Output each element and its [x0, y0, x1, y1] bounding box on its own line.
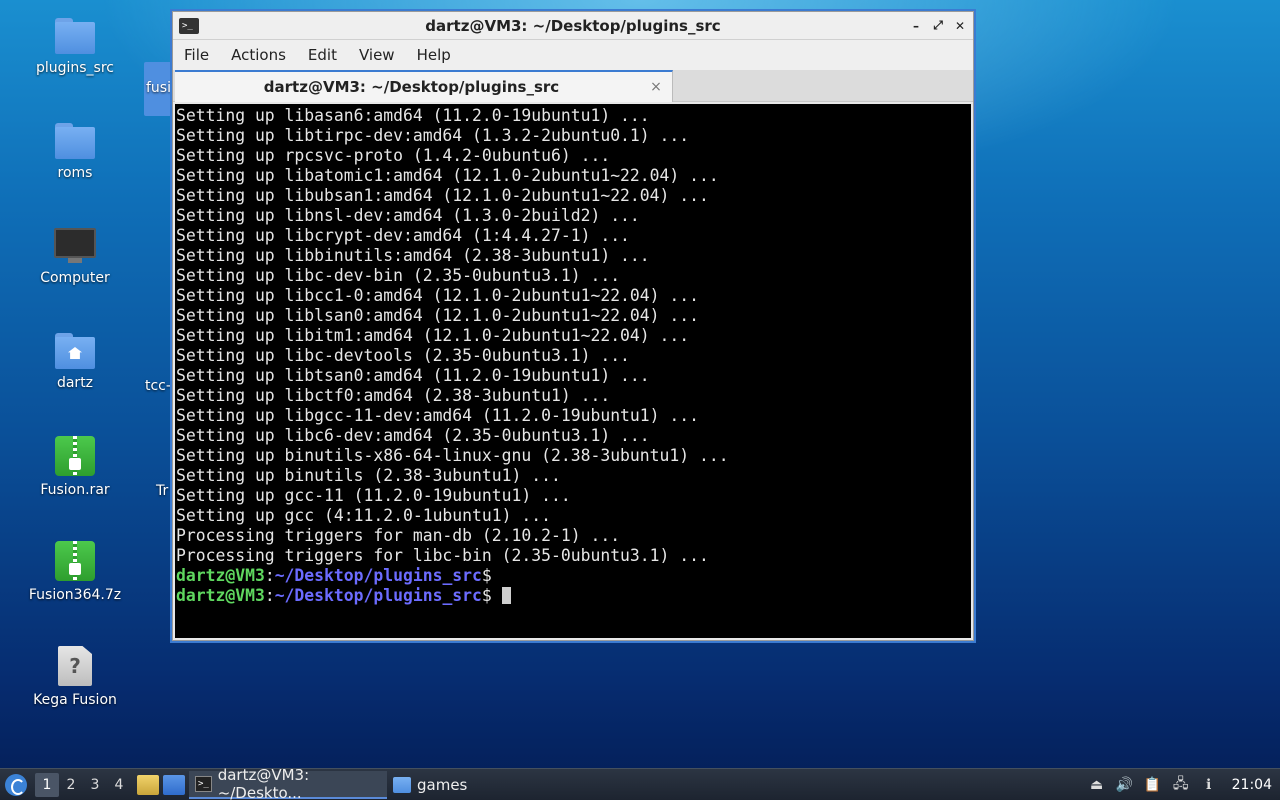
terminal-prompt-line: dartz@VM3:~/Desktop/plugins_src$ [176, 566, 971, 586]
terminal-line: Setting up libbinutils:amd64 (2.38-3ubun… [176, 246, 650, 265]
workspace-2[interactable]: 2 [59, 773, 83, 797]
taskbar-item-label: games [417, 775, 468, 794]
maximize-button[interactable]: ⤢ [931, 18, 945, 33]
desktop-icon-label: Fusion.rar [40, 482, 110, 498]
minimize-button[interactable]: – [909, 19, 923, 33]
terminal-line: Setting up libc-dev-bin (2.35-0ubuntu3.1… [176, 266, 621, 285]
prompt-user: dartz@VM3 [176, 566, 265, 585]
clock[interactable]: 21:04 [1232, 777, 1272, 793]
terminal-line: Setting up libasan6:amd64 (11.2.0-19ubun… [176, 106, 650, 125]
terminal-line: Setting up libatomic1:amd64 (12.1.0-2ubu… [176, 166, 719, 185]
terminal-line: Setting up libc-devtools (2.35-0ubuntu3.… [176, 346, 630, 365]
taskbar-item-terminal[interactable]: >_ dartz@VM3: ~/Deskto... [189, 766, 387, 800]
desktop-icon-dartz[interactable]: dartz [25, 333, 125, 391]
desktop-icon-computer[interactable]: Computer [25, 228, 125, 286]
menu-help[interactable]: Help [406, 46, 462, 64]
desktop-icon-label: dartz [56, 375, 94, 391]
terminal-window: >_ dartz@VM3: ~/Desktop/plugins_src – ⤢ … [172, 11, 974, 641]
desktop-icon-fusion-rar[interactable]: Fusion.rar [25, 436, 125, 498]
terminal-tab[interactable]: dartz@VM3: ~/Desktop/plugins_src × [175, 70, 673, 102]
terminal-prompt-line: dartz@VM3:~/Desktop/plugins_src$ [176, 586, 971, 606]
workspace-4[interactable]: 4 [107, 773, 131, 797]
prompt-path: ~/Desktop/plugins_src [274, 566, 482, 585]
terminal-line: Setting up libctf0:amd64 (2.38-3ubuntu1)… [176, 386, 611, 405]
desktop-icon-plugins-src[interactable]: plugins_src [25, 18, 125, 76]
tab-bar: dartz@VM3: ~/Desktop/plugins_src × [173, 70, 973, 102]
desktop-icon-label: Computer [40, 270, 110, 286]
terminal-line: Setting up gcc-11 (11.2.0-19ubuntu1) ... [176, 486, 571, 505]
terminal-line: Setting up rpcsvc-proto (1.4.2-0ubuntu6)… [176, 146, 611, 165]
unknown-file-icon: ? [58, 646, 92, 686]
show-desktop-icon[interactable] [163, 774, 185, 795]
terminal-icon: >_ [179, 17, 199, 34]
archive-icon [55, 541, 95, 581]
start-menu-icon[interactable] [5, 773, 27, 796]
terminal-icon: >_ [195, 775, 212, 792]
terminal-line: Setting up libubsan1:amd64 (12.1.0-2ubun… [176, 186, 709, 205]
prompt-separator: : [264, 586, 275, 605]
terminal-line: Setting up libtsan0:amd64 (11.2.0-19ubun… [176, 366, 650, 385]
desktop-icon-fusion364-7z[interactable]: Fusion364.7z [25, 541, 125, 603]
desktop-icon-label: roms [57, 165, 93, 181]
desktop-icon-partial-label: Tr [156, 483, 169, 499]
network-icon[interactable]: 🖧 [1172, 776, 1190, 794]
terminal-line: Setting up binutils (2.38-3ubuntu1) ... [176, 466, 561, 485]
menu-edit[interactable]: Edit [297, 46, 348, 64]
folder-icon [55, 123, 95, 159]
clipboard-icon[interactable]: 📋 [1144, 776, 1162, 794]
terminal-line: Setting up libgcc-11-dev:amd64 (11.2.0-1… [176, 406, 700, 425]
desktop-icon-label: plugins_src [35, 60, 115, 76]
desktop-icon-kega-fusion[interactable]: ? Kega Fusion [25, 646, 125, 708]
terminal-line: Processing triggers for man-db (2.10.2-1… [176, 526, 621, 545]
volume-icon[interactable]: 🔊 [1116, 776, 1134, 794]
computer-icon [54, 228, 96, 264]
terminal-line: Setting up libtirpc-dev:amd64 (1.3.2-2ub… [176, 126, 690, 145]
prompt-symbol: $ [481, 586, 492, 605]
terminal-line: Setting up libc6-dev:amd64 (2.35-0ubuntu… [176, 426, 650, 445]
terminal-line: Processing triggers for libc-bin (2.35-0… [176, 546, 709, 565]
tab-title: dartz@VM3: ~/Desktop/plugins_src [263, 78, 560, 96]
file-manager-icon[interactable] [137, 774, 159, 795]
quick-launch [137, 774, 185, 795]
workspace-1[interactable]: 1 [35, 772, 59, 797]
menu-actions[interactable]: Actions [220, 46, 297, 64]
system-tray: ⏏ 🔊 📋 🖧 ℹ 21:04 [1088, 776, 1272, 794]
eject-icon[interactable]: ⏏ [1088, 776, 1106, 794]
prompt-user: dartz@VM3 [176, 586, 265, 605]
taskbar: 1 2 3 4 >_ dartz@VM3: ~/Deskto... games … [0, 766, 1280, 800]
prompt-separator: : [264, 566, 275, 585]
workspace-3[interactable]: 3 [83, 773, 107, 797]
window-titlebar[interactable]: >_ dartz@VM3: ~/Desktop/plugins_src – ⤢ … [173, 12, 973, 40]
menu-file[interactable]: File [173, 46, 220, 64]
desktop-icon-partial-label: fusi [146, 80, 171, 96]
terminal-line: Setting up libcrypt-dev:amd64 (1:4.4.27-… [176, 226, 630, 245]
terminal-line: Setting up liblsan0:amd64 (12.1.0-2ubunt… [176, 306, 700, 325]
terminal-output[interactable]: Setting up libasan6:amd64 (11.2.0-19ubun… [175, 104, 971, 638]
archive-icon [55, 436, 95, 476]
prompt-symbol: $ [481, 566, 492, 585]
taskbar-item-games[interactable]: games [387, 771, 473, 799]
desktop-icon-partial-label: tcc- [145, 378, 171, 394]
desktop-icon-roms[interactable]: roms [25, 123, 125, 181]
tab-close-icon[interactable]: × [648, 79, 664, 95]
taskbar-item-label: dartz@VM3: ~/Deskto... [217, 765, 310, 800]
home-folder-icon [55, 333, 95, 369]
close-button[interactable]: ✕ [953, 19, 967, 33]
text-cursor [501, 587, 511, 604]
terminal-line: Setting up libcc1-0:amd64 (12.1.0-2ubunt… [176, 286, 700, 305]
menu-view[interactable]: View [348, 46, 406, 64]
desktop-icon-label: Kega Fusion [33, 692, 117, 708]
window-title: dartz@VM3: ~/Desktop/plugins_src [425, 16, 721, 35]
terminal-line: Setting up libitm1:amd64 (12.1.0-2ubuntu… [176, 326, 690, 345]
terminal-line: Setting up gcc (4:11.2.0-1ubuntu1) ... [176, 506, 551, 525]
prompt-path: ~/Desktop/plugins_src [274, 586, 482, 605]
folder-icon [55, 18, 95, 54]
desktop-icon-label: Fusion364.7z [28, 587, 122, 603]
menu-bar: File Actions Edit View Help [173, 40, 973, 70]
update-notifier-icon[interactable]: ℹ [1200, 776, 1218, 794]
terminal-line: Setting up binutils-x86-64-linux-gnu (2.… [176, 446, 729, 465]
folder-icon [393, 776, 411, 793]
workspace-switcher: 1 2 3 4 [35, 772, 131, 797]
terminal-line: Setting up libnsl-dev:amd64 (1.3.0-2buil… [176, 206, 640, 225]
